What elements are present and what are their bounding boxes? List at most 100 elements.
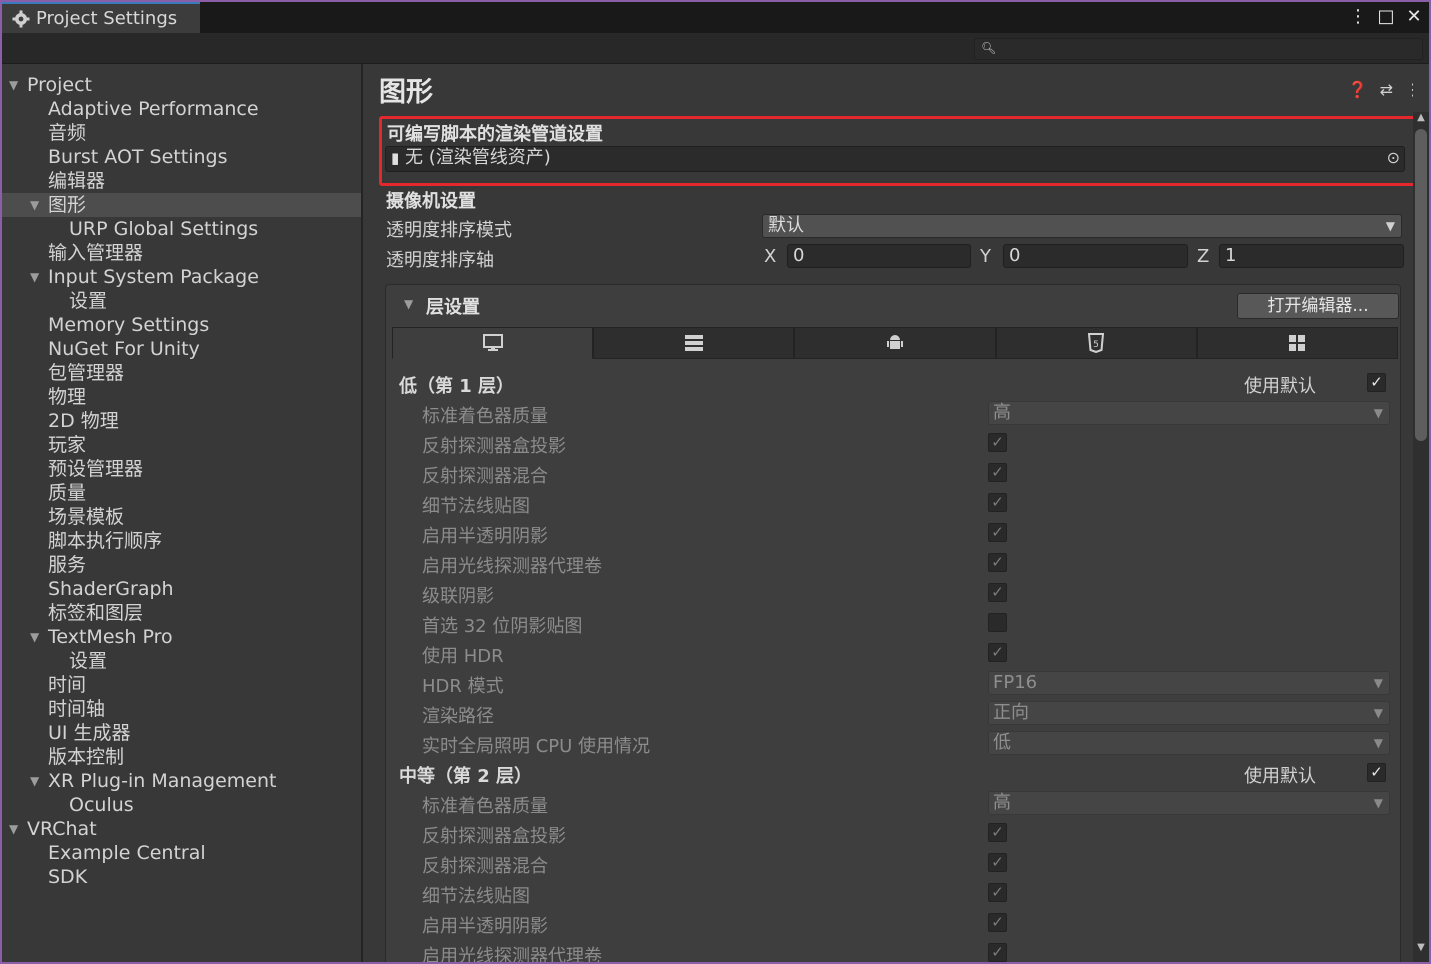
sidebar-item[interactable]: 预设管理器 bbox=[2, 457, 361, 481]
sidebar-item[interactable]: 质量 bbox=[2, 481, 361, 505]
expand-arrow-icon[interactable]: ▼ bbox=[30, 265, 39, 289]
axis-z-field[interactable]: 1 bbox=[1219, 244, 1404, 268]
sidebar-item[interactable]: 包管理器 bbox=[2, 361, 361, 385]
android-icon bbox=[887, 335, 903, 349]
tier1-reflection-blend-checkbox: ✓ bbox=[988, 463, 1007, 482]
sidebar-item-label: 场景模板 bbox=[48, 506, 125, 528]
sidebar-item[interactable]: 服务 bbox=[2, 553, 361, 577]
chevron-down-icon: ▼ bbox=[1385, 219, 1395, 233]
scroll-down-icon[interactable]: ▼ bbox=[1413, 942, 1429, 958]
sidebar-item[interactable]: 音频 bbox=[2, 121, 361, 145]
sidebar-item[interactable]: 设置 bbox=[2, 289, 361, 313]
srp-asset-field[interactable]: ▮ 无 (渲染管线资产) ⊙ bbox=[385, 146, 1405, 172]
object-picker-icon[interactable]: ⊙ bbox=[1387, 147, 1400, 169]
sidebar-item[interactable]: 设置 bbox=[2, 649, 361, 673]
sidebar-item[interactable]: 标签和图层 bbox=[2, 601, 361, 625]
sidebar-item-label: 编辑器 bbox=[48, 170, 106, 192]
tier1-detail-normal-checkbox: ✓ bbox=[988, 493, 1007, 512]
tier1-shadow32-label: 首选 32 位阴影贴图 bbox=[422, 616, 583, 637]
sidebar-item[interactable]: ▼ VRChat bbox=[2, 817, 361, 841]
axis-y-field[interactable]: 0 bbox=[1003, 244, 1188, 268]
chevron-down-icon: ▼ bbox=[1373, 406, 1383, 420]
tier2-title: 中等（第 2 层） bbox=[399, 766, 533, 787]
sidebar-item[interactable]: ▼ Project bbox=[2, 73, 361, 97]
sidebar-item[interactable]: SDK bbox=[2, 865, 361, 889]
axis-z-label: Z bbox=[1197, 246, 1210, 267]
sidebar-item[interactable]: ▼ TextMesh Pro bbox=[2, 625, 361, 649]
scroll-up-icon[interactable]: ▲ bbox=[1413, 112, 1429, 128]
sidebar-item[interactable]: ▼ 图形 bbox=[2, 193, 361, 217]
expand-arrow-icon[interactable]: ▼ bbox=[9, 817, 18, 841]
tab-windows[interactable] bbox=[1196, 327, 1399, 359]
more-icon[interactable]: ⋮ bbox=[1405, 80, 1413, 99]
sidebar-item[interactable]: ▼ Input System Package bbox=[2, 265, 361, 289]
sidebar-item[interactable]: 版本控制 bbox=[2, 745, 361, 769]
sidebar-item-label: Oculus bbox=[69, 794, 134, 816]
preset-icon[interactable]: ⇄ bbox=[1380, 80, 1393, 99]
close-icon[interactable]: ✕ bbox=[1405, 6, 1423, 28]
tier1-shader-quality-label: 标准着色器质量 bbox=[422, 406, 548, 427]
tab-server[interactable] bbox=[593, 327, 795, 359]
sidebar-item[interactable]: ▼ XR Plug-in Management bbox=[2, 769, 361, 793]
sidebar-item[interactable]: 玩家 bbox=[2, 433, 361, 457]
tier2-detail-normal-checkbox: ✓ bbox=[988, 883, 1007, 902]
sidebar-item[interactable]: 编辑器 bbox=[2, 169, 361, 193]
sidebar-item-label: Input System Package bbox=[48, 266, 259, 288]
tier1-hdr-label: 使用 HDR bbox=[422, 646, 504, 667]
sidebar-item[interactable]: Oculus bbox=[2, 793, 361, 817]
sidebar-item[interactable]: Burst AOT Settings bbox=[2, 145, 361, 169]
help-icon[interactable]: ❓ bbox=[1348, 80, 1368, 99]
sidebar-item-label: ShaderGraph bbox=[48, 578, 174, 600]
foldout-arrow-icon[interactable]: ▼ bbox=[404, 297, 413, 311]
expand-arrow-icon[interactable]: ▼ bbox=[9, 73, 18, 97]
sidebar-item[interactable]: 脚本执行顺序 bbox=[2, 529, 361, 553]
tab-webgl[interactable]: 5 bbox=[995, 327, 1197, 359]
tier2-reflection-blend-checkbox: ✓ bbox=[988, 853, 1007, 872]
sidebar-item-label: VRChat bbox=[27, 818, 97, 840]
sidebar-item[interactable]: NuGet For Unity bbox=[2, 337, 361, 361]
tier2-use-default-checkbox[interactable]: ✓ bbox=[1367, 763, 1386, 782]
tier1-use-default-checkbox[interactable]: ✓ bbox=[1367, 373, 1386, 392]
more-options-icon[interactable]: ⋮ bbox=[1349, 6, 1367, 28]
sidebar-item[interactable]: 输入管理器 bbox=[2, 241, 361, 265]
expand-arrow-icon[interactable]: ▼ bbox=[30, 193, 39, 217]
tab-android[interactable] bbox=[794, 327, 996, 359]
tier1-cascade-checkbox: ✓ bbox=[988, 583, 1007, 602]
search-input[interactable]: 🔍︎ bbox=[974, 38, 1423, 60]
expand-arrow-icon[interactable]: ▼ bbox=[30, 625, 39, 649]
sidebar-item[interactable]: 时间轴 bbox=[2, 697, 361, 721]
expand-arrow-icon[interactable]: ▼ bbox=[30, 769, 39, 793]
sidebar-item[interactable]: Example Central bbox=[2, 841, 361, 865]
project-settings-window: Project Settings ⋮ □ ✕ 🔍︎ ▼ Project Adapti… bbox=[2, 2, 1429, 962]
sidebar-item[interactable]: 场景模板 bbox=[2, 505, 361, 529]
sort-mode-dropdown[interactable]: 默认 ▼ bbox=[762, 214, 1402, 238]
monitor-icon bbox=[482, 334, 503, 351]
chevron-down-icon: ▼ bbox=[1373, 736, 1383, 750]
tier-section-title: 层设置 bbox=[426, 297, 480, 318]
sidebar-item-label: TextMesh Pro bbox=[48, 626, 173, 648]
sidebar-item-label: 输入管理器 bbox=[48, 242, 144, 264]
tier2-reflection-blend-label: 反射探测器混合 bbox=[422, 856, 548, 877]
sidebar-item[interactable]: 物理 bbox=[2, 385, 361, 409]
sidebar-item-label: 质量 bbox=[48, 482, 87, 504]
scrollbar-thumb[interactable] bbox=[1415, 129, 1427, 441]
axis-x-field[interactable]: 0 bbox=[787, 244, 971, 268]
window-tab[interactable]: Project Settings bbox=[2, 2, 200, 33]
axis-y-label: Y bbox=[980, 246, 991, 267]
sidebar-item[interactable]: URP Global Settings bbox=[2, 217, 361, 241]
settings-sidebar: ▼ Project Adaptive Performance 音频 Burst AOT … bbox=[2, 68, 361, 962]
sidebar-item[interactable]: UI 生成器 bbox=[2, 721, 361, 745]
sort-axis-label: 透明度排序轴 bbox=[386, 250, 494, 271]
sidebar-item-label: 预设管理器 bbox=[48, 458, 144, 480]
maximize-icon[interactable]: □ bbox=[1377, 6, 1395, 28]
sidebar-item[interactable]: ShaderGraph bbox=[2, 577, 361, 601]
sidebar-item[interactable]: 2D 物理 bbox=[2, 409, 361, 433]
open-editor-button[interactable]: 打开编辑器... bbox=[1237, 293, 1399, 319]
chevron-down-icon: ▼ bbox=[1373, 796, 1383, 810]
sidebar-item[interactable]: Memory Settings bbox=[2, 313, 361, 337]
sidebar-item[interactable]: 时间 bbox=[2, 673, 361, 697]
tab-standalone[interactable] bbox=[392, 327, 594, 359]
sidebar-item-label: 版本控制 bbox=[48, 746, 125, 768]
sidebar-item-label: 时间 bbox=[48, 674, 87, 696]
sidebar-item[interactable]: Adaptive Performance bbox=[2, 97, 361, 121]
